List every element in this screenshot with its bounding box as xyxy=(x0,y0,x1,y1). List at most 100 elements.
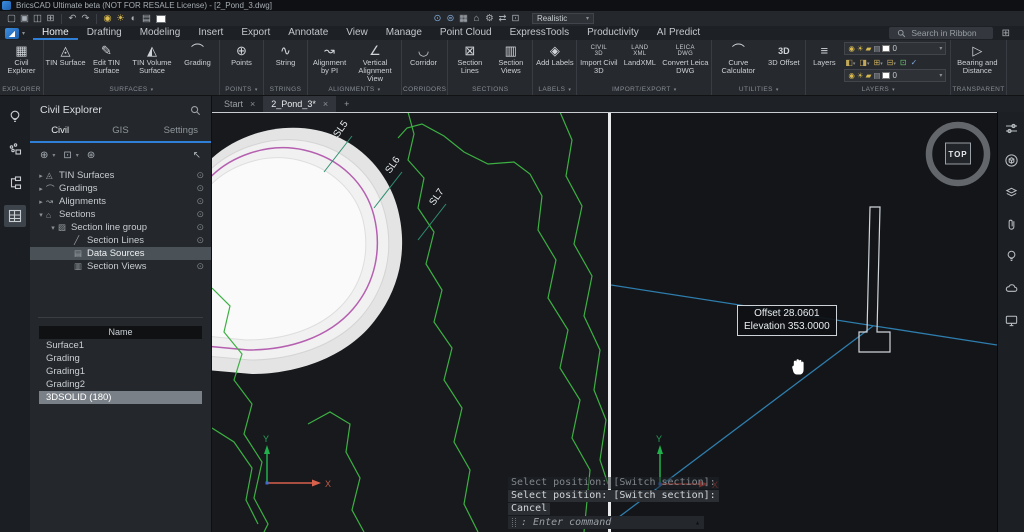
layer-tool-icon[interactable]: ◧▾ xyxy=(845,58,855,67)
tab-civil[interactable]: Civil xyxy=(30,121,90,141)
points-manager-icon[interactable] xyxy=(4,139,26,161)
tab-annotate[interactable]: Annotate xyxy=(279,26,337,40)
tree-item-tin-surfaces[interactable]: ▸ ◬ TIN Surfaces ⊙ xyxy=(30,169,211,182)
tab-view[interactable]: View xyxy=(337,26,377,40)
open-file-icon[interactable]: ▣ xyxy=(18,13,31,24)
tin-surface-button[interactable]: ◬ TIN Surface xyxy=(45,40,86,67)
grid-icon[interactable]: ▦ xyxy=(457,13,470,24)
edit-tin-surface-button[interactable]: ✎ Edit TIN Surface xyxy=(86,40,127,75)
collapse-arrow-icon[interactable]: ▾ xyxy=(36,211,46,219)
layers-button[interactable]: ≡ Layers xyxy=(807,40,841,67)
layer-tool-icon[interactable]: ⊞▾ xyxy=(873,58,882,67)
tree-item-section-views[interactable]: ▥ Section Views ⊙ xyxy=(30,260,211,273)
color-swatch[interactable] xyxy=(156,14,166,23)
expand-arrow-icon[interactable]: ▸ xyxy=(36,172,46,180)
table-row[interactable]: Grading1 xyxy=(39,365,202,378)
drag-handle-icon[interactable] xyxy=(512,518,516,527)
chevron-down-icon[interactable]: ▾ xyxy=(22,30,25,37)
tab-point-cloud[interactable]: Point Cloud xyxy=(431,26,501,40)
layer-state-select[interactable]: ◉ ☀ ▰ ▤ 0 ▾ xyxy=(844,69,947,82)
cloud-panel-icon[interactable] xyxy=(1004,281,1019,301)
tree-item-sections[interactable]: ▾ ⌂ Sections ⊙ xyxy=(30,208,211,221)
expand-arrow-icon[interactable]: ▸ xyxy=(36,198,46,206)
attachments-panel-icon[interactable] xyxy=(1004,217,1019,237)
table-row[interactable]: Surface1 xyxy=(39,339,202,352)
curve-calculator-button[interactable]: ⌒ Curve Calculator xyxy=(713,40,763,75)
table-row[interactable]: Grading2 xyxy=(39,378,202,391)
layer-tool-icon[interactable]: ⊟▾ xyxy=(887,58,896,67)
tab-home[interactable]: Home xyxy=(33,26,78,40)
tree-item-gradings[interactable]: ▸ ⌒ Gradings ⊙ xyxy=(30,182,211,195)
layer-tool-icon[interactable]: ◨▾ xyxy=(859,58,869,67)
close-icon[interactable]: × xyxy=(250,99,255,109)
visibility-eye-icon[interactable]: ⊙ xyxy=(196,222,204,233)
grading-button[interactable]: ⌒ Grading xyxy=(177,40,218,67)
section-lines-button[interactable]: ⊠ Section Lines xyxy=(449,40,490,75)
structure-tree-icon[interactable] xyxy=(4,172,26,194)
visual-style-select[interactable]: Realistic ▾ xyxy=(532,13,594,24)
new-file-icon[interactable]: ▢ xyxy=(5,13,18,24)
layer-on-icon[interactable]: ◉ xyxy=(101,13,114,24)
expand-caret-icon[interactable]: ▴ xyxy=(695,518,700,527)
tips-bulb-icon[interactable] xyxy=(1004,249,1019,269)
tab-modeling[interactable]: Modeling xyxy=(131,26,190,40)
tab-gis[interactable]: GIS xyxy=(90,121,150,141)
tab-expresstools[interactable]: ExpressTools xyxy=(501,26,578,40)
alignment-by-pi-button[interactable]: ↝ Alignment by PI xyxy=(309,40,350,75)
tab-settings[interactable]: Settings xyxy=(151,121,211,141)
tab-insert[interactable]: Insert xyxy=(189,26,232,40)
selection-icon[interactable]: ⊙ xyxy=(431,13,444,24)
visibility-eye-icon[interactable]: ⊙ xyxy=(196,235,204,246)
table-row[interactable]: Grading xyxy=(39,352,202,365)
tab-manage[interactable]: Manage xyxy=(377,26,431,40)
tree-item-alignments[interactable]: ▸ ↝ Alignments ⊙ xyxy=(30,195,211,208)
redo-icon[interactable]: ↷ xyxy=(79,13,92,24)
select-cursor-icon[interactable]: ↖ xyxy=(193,150,201,161)
tab-drafting[interactable]: Drafting xyxy=(78,26,131,40)
undo-icon[interactable]: ↶ xyxy=(66,13,79,24)
save-icon[interactable]: ◫ xyxy=(31,13,44,24)
doc-tab-start[interactable]: Start × xyxy=(216,96,263,112)
convert-leica-dwg-button[interactable]: LEICA DWG Convert Leica DWG xyxy=(660,40,710,75)
viewport-icon[interactable]: ⊡ xyxy=(509,13,522,24)
doc-tab-2-pond-3[interactable]: 2_Pond_3* × xyxy=(263,96,337,112)
expand-arrow-icon[interactable]: ▸ xyxy=(36,185,46,193)
corridor-button[interactable]: ◡ Corridor xyxy=(403,40,444,67)
search-icon[interactable] xyxy=(190,105,201,116)
tab-export[interactable]: Export xyxy=(232,26,279,40)
collapse-arrow-icon[interactable]: ▾ xyxy=(48,224,58,232)
print-icon[interactable]: ▤ xyxy=(140,13,153,24)
visibility-eye-icon[interactable]: ⊙ xyxy=(196,261,204,272)
plan-viewport[interactable]: SL5 SL6 SL7 Y X xyxy=(212,112,608,532)
string-button[interactable]: ∿ String xyxy=(265,40,306,67)
visibility-eye-icon[interactable]: ⊙ xyxy=(196,196,204,207)
switch-view-icon[interactable]: ⇄ xyxy=(496,13,509,24)
tree-item-section-lines[interactable]: ╱ Section Lines ⊙ xyxy=(30,234,211,247)
visibility-eye-icon[interactable]: ⊙ xyxy=(196,209,204,220)
tree-item-data-sources[interactable]: ▤ Data Sources xyxy=(30,247,211,260)
civil-explorer-button[interactable]: ▦ Civil Explorer xyxy=(1,40,42,75)
layers-panel-icon[interactable] xyxy=(1004,185,1019,205)
viewport-divider[interactable] xyxy=(608,112,611,532)
section-views-button[interactable]: ▥ Section Views xyxy=(490,40,531,75)
visibility-eye-icon[interactable]: ⊙ xyxy=(196,183,204,194)
table-row-selected[interactable]: 3DSOLID (180) xyxy=(39,391,202,404)
vertical-alignment-view-button[interactable]: ∠ Vertical Alignment View xyxy=(350,40,400,83)
visibility-eye-icon[interactable]: ⊙ xyxy=(196,170,204,181)
layer-lock-icon[interactable]: ◐ xyxy=(127,13,140,24)
close-icon[interactable]: × xyxy=(323,99,328,109)
3d-offset-button[interactable]: 3D 3D Offset xyxy=(763,40,804,67)
view-cube-panel-icon[interactable] xyxy=(1004,153,1019,173)
settings-gear-icon[interactable]: ⚙ xyxy=(483,13,496,24)
chevron-down-icon[interactable]: ▾ xyxy=(52,152,55,159)
properties-sliders-icon[interactable] xyxy=(1004,121,1019,141)
import-button[interactable]: ⊛ xyxy=(87,150,95,161)
layer-select[interactable]: ◉ ☀ ▰ ▤ 0 ▾ xyxy=(844,42,947,55)
chevron-down-icon[interactable]: ▾ xyxy=(76,152,79,159)
bearing-distance-button[interactable]: ▷ Bearing and Distance xyxy=(952,40,1002,75)
add-group-button[interactable]: ⊡ xyxy=(63,150,71,161)
hint-bulb-icon[interactable] xyxy=(4,106,26,128)
save-as-icon[interactable]: ⊞ xyxy=(44,13,57,24)
ribbon-panel-toggle-icon[interactable]: ⊞ xyxy=(1002,28,1010,39)
command-input[interactable]: : Enter command ▴ xyxy=(508,516,704,529)
